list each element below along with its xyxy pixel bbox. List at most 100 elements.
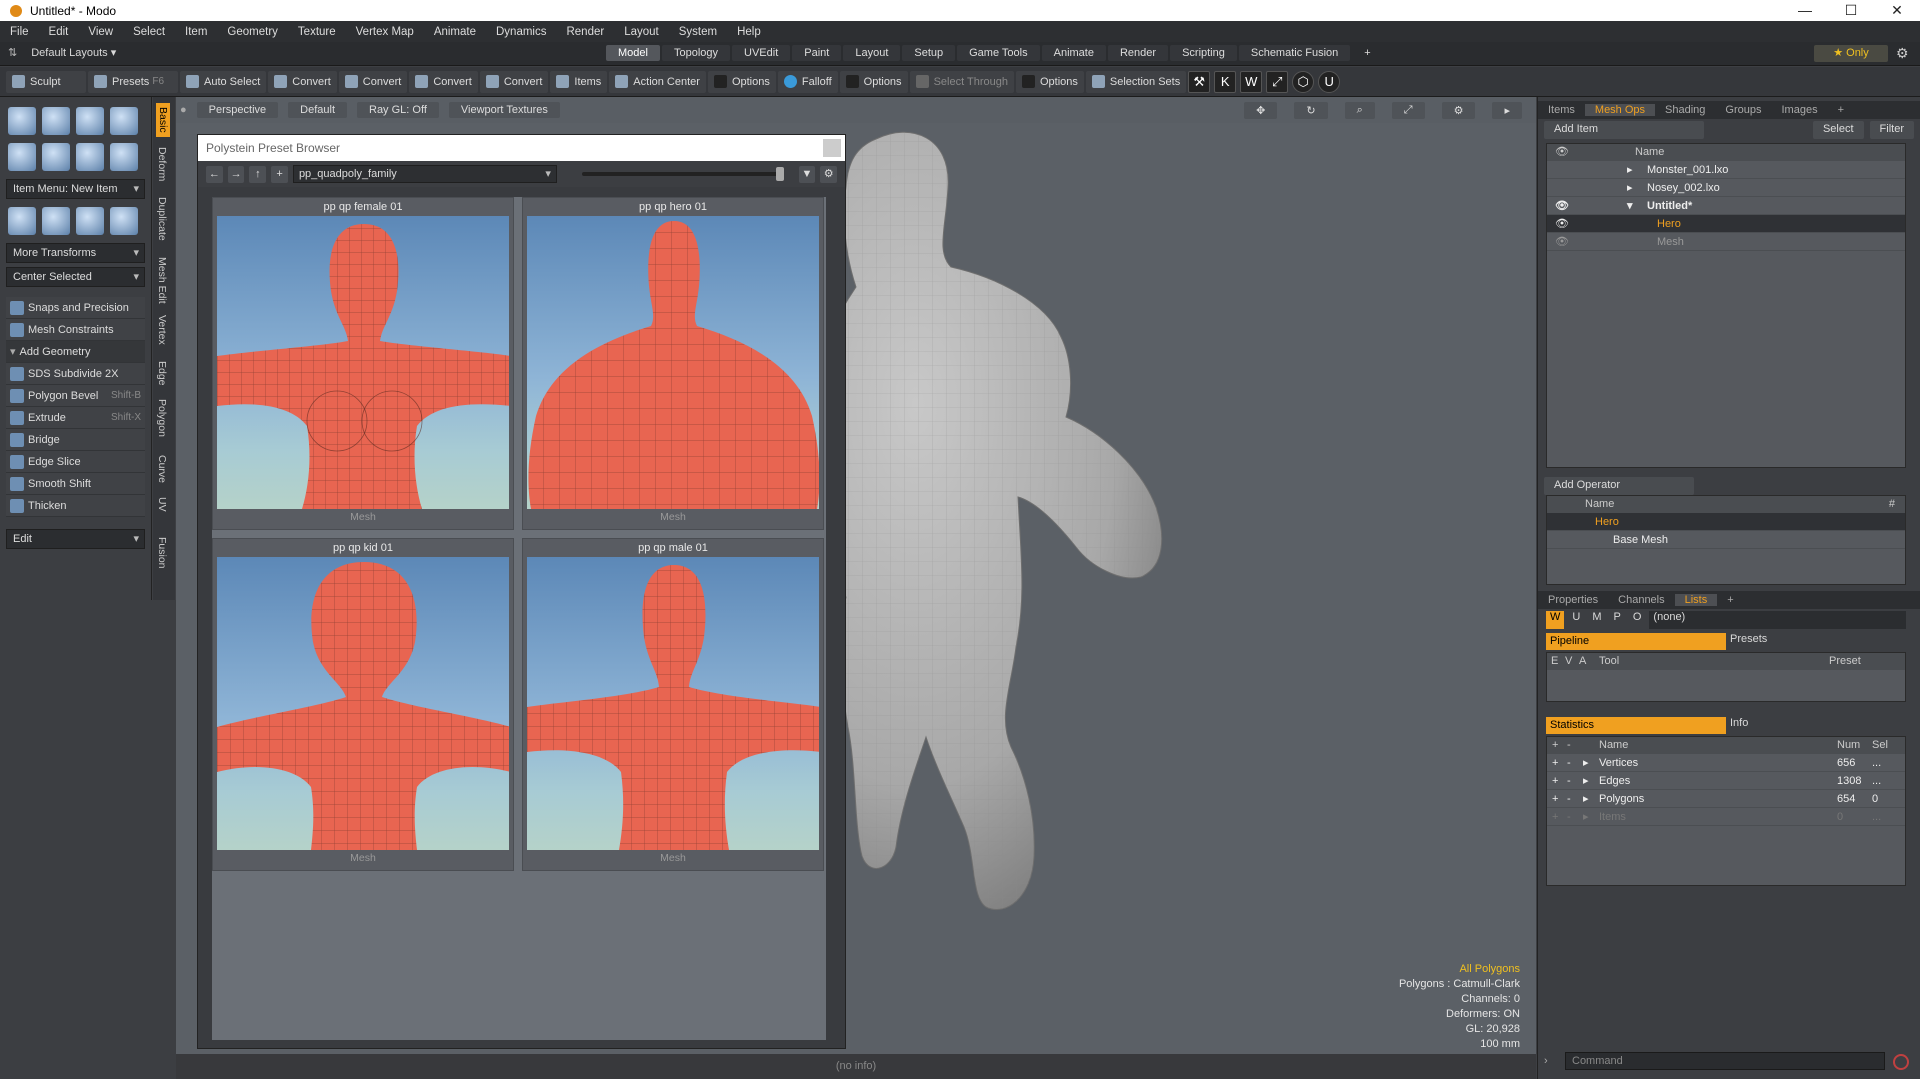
add-icon[interactable]: +	[271, 165, 288, 183]
maximize-button[interactable]: ☐	[1828, 0, 1874, 21]
parent-folder-icon[interactable]: ↑	[249, 165, 267, 183]
selection-set-dropdown[interactable]: (none)	[1649, 611, 1906, 629]
close-button[interactable]: ✕	[1874, 0, 1920, 21]
smooth-shift-button[interactable]: Smooth Shift	[6, 473, 145, 495]
torus-icon[interactable]	[8, 143, 36, 171]
snaps-precision-button[interactable]: Snaps and Precision	[6, 297, 145, 319]
tab-paint[interactable]: Paint	[792, 45, 842, 61]
menu-file[interactable]: File	[0, 26, 39, 38]
o-toggle[interactable]: O	[1629, 611, 1646, 629]
only-toggle[interactable]: ★ Only	[1814, 45, 1888, 62]
tab-scripting[interactable]: Scripting	[1170, 45, 1237, 61]
zoom-icon[interactable]: ⌕	[1344, 102, 1375, 119]
statistics-tab[interactable]: Statistics	[1546, 717, 1726, 734]
convert-polygons-button[interactable]: Convert	[409, 70, 478, 93]
w-toggle[interactable]: W	[1546, 611, 1565, 629]
transform-icon[interactable]: ⤢	[1266, 70, 1289, 93]
add-geometry-header[interactable]: ▾ Add Geometry	[6, 341, 145, 363]
select-button[interactable]: Select	[1812, 121, 1864, 139]
add-selection-icon[interactable]: +	[1552, 790, 1558, 808]
item-row-untitled[interactable]: 👁 ▾ Untitled*	[1547, 197, 1905, 215]
text-icon[interactable]	[110, 143, 138, 171]
tab-model[interactable]: Model	[606, 45, 660, 61]
center-selected-dropdown[interactable]: Center Selected	[6, 267, 145, 287]
tab-topology[interactable]: Topology	[661, 45, 731, 61]
u-toggle[interactable]: U	[1568, 611, 1584, 629]
p-toggle[interactable]: P	[1610, 611, 1625, 629]
add-tab-button[interactable]: +	[1352, 45, 1382, 61]
presets-tab[interactable]: Presets	[1726, 633, 1771, 650]
tab-channels[interactable]: Channels	[1608, 594, 1674, 606]
tab-shading[interactable]: Shading	[1655, 104, 1715, 116]
transform-tool-icon[interactable]	[8, 207, 36, 235]
auto-select-button[interactable]: Auto Select	[180, 70, 267, 93]
preset-card-female[interactable]: pp qp female 01 Mesh	[212, 197, 514, 530]
grid-icon[interactable]	[42, 207, 70, 235]
item-row-monster[interactable]: ▸ Monster_001.lxo	[1547, 161, 1905, 179]
viewport-gear-icon[interactable]: ⚙	[1441, 102, 1476, 119]
fit-icon[interactable]: ⤢	[1391, 102, 1425, 119]
tab-properties[interactable]: Properties	[1538, 594, 1608, 606]
perspective-dropdown[interactable]: Perspective	[196, 102, 279, 118]
preset-browser-titlebar[interactable]: Polystein Preset Browser	[198, 135, 845, 161]
add-panel-tab[interactable]: +	[1828, 104, 1854, 116]
sphere-icon[interactable]	[42, 107, 70, 135]
preset-card-kid[interactable]: pp qp kid 01 Mesh	[212, 538, 514, 871]
shading-dropdown[interactable]: Default	[288, 102, 347, 118]
falloff-options-button[interactable]: Options	[839, 70, 908, 93]
slider-thumb[interactable]	[775, 167, 784, 181]
sds-subdivide-button[interactable]: SDS Subdivide 2X	[6, 363, 145, 385]
edge-slice-button[interactable]: Edge Slice	[6, 451, 145, 473]
vtab-basic[interactable]: Basic	[156, 103, 170, 137]
w-tool-icon[interactable]: W	[1240, 70, 1263, 93]
curve-icon[interactable]	[76, 143, 104, 171]
vtab-curve[interactable]: Curve	[156, 455, 168, 483]
k-tool-icon[interactable]: K	[1214, 70, 1237, 93]
tab-items[interactable]: Items	[1538, 104, 1585, 116]
menu-render[interactable]: Render	[556, 26, 614, 38]
thumbnail-size-slider[interactable]	[581, 167, 784, 181]
edit-dropdown[interactable]: Edit	[6, 529, 145, 549]
convert-edges-button[interactable]: Convert	[338, 70, 408, 93]
unity-icon[interactable]: ⬡	[1292, 70, 1315, 93]
menu-texture[interactable]: Texture	[288, 26, 346, 38]
menu-help[interactable]: Help	[727, 26, 771, 38]
path-dropdown[interactable]: pp_quadpoly_family	[292, 165, 557, 183]
tab-layout[interactable]: Layout	[843, 45, 901, 61]
pyramid-icon[interactable]	[110, 207, 138, 235]
items-button[interactable]: Items	[550, 70, 608, 93]
minimize-button[interactable]: —	[1782, 0, 1828, 21]
vtab-edge[interactable]: Edge	[156, 361, 168, 386]
menu-dynamics[interactable]: Dynamics	[486, 26, 556, 38]
extrude-button[interactable]: Extrude Shift-X	[6, 407, 145, 429]
vtab-duplicate[interactable]: Duplicate	[156, 197, 168, 241]
menu-item[interactable]: Item	[175, 26, 217, 38]
cone-icon[interactable]	[110, 107, 138, 135]
item-row-mesh[interactable]: 👁 Mesh	[1547, 233, 1905, 251]
stat-row-edges[interactable]: + - ▸ Edges 1308 ...	[1547, 772, 1905, 790]
item-menu-dropdown[interactable]: Item Menu: New Item	[6, 179, 145, 199]
tab-images[interactable]: Images	[1772, 104, 1828, 116]
more-transforms-dropdown[interactable]: More Transforms	[6, 243, 145, 263]
default-layouts-dropdown[interactable]: Default Layouts ▾	[31, 46, 116, 59]
add-item-dropdown[interactable]: Add Item	[1544, 121, 1704, 139]
filter-button[interactable]: Filter	[1869, 121, 1914, 139]
raygl-toggle[interactable]: Ray GL: Off	[357, 102, 439, 118]
expand-arrow-icon[interactable]: ▸	[1492, 102, 1522, 119]
tab-schematic-fusion[interactable]: Schematic Fusion	[1238, 45, 1351, 61]
action-center-options-button[interactable]: Options	[707, 70, 776, 93]
visibility-eye-icon[interactable]: 👁	[1555, 215, 1569, 233]
expand-arrow-icon[interactable]: ▸	[1583, 790, 1589, 808]
close-browser-button[interactable]	[823, 139, 841, 157]
tab-mesh-ops[interactable]: Mesh Ops	[1584, 104, 1656, 116]
stat-row-items[interactable]: + - ▸ Items 0 ...	[1547, 808, 1905, 826]
op-row-hero[interactable]: Hero	[1547, 513, 1905, 531]
add-properties-tab[interactable]: +	[1717, 594, 1743, 606]
filter-icon[interactable]: ▼	[798, 165, 816, 183]
add-selection-icon[interactable]: +	[1552, 808, 1558, 826]
menu-edit[interactable]: Edit	[39, 26, 79, 38]
expand-arrow-icon[interactable]: ▸	[1583, 808, 1589, 826]
menu-geometry[interactable]: Geometry	[217, 26, 288, 38]
presets-button[interactable]: Presets F6	[88, 70, 178, 93]
expand-arrow-icon[interactable]: ▸	[1583, 754, 1589, 772]
